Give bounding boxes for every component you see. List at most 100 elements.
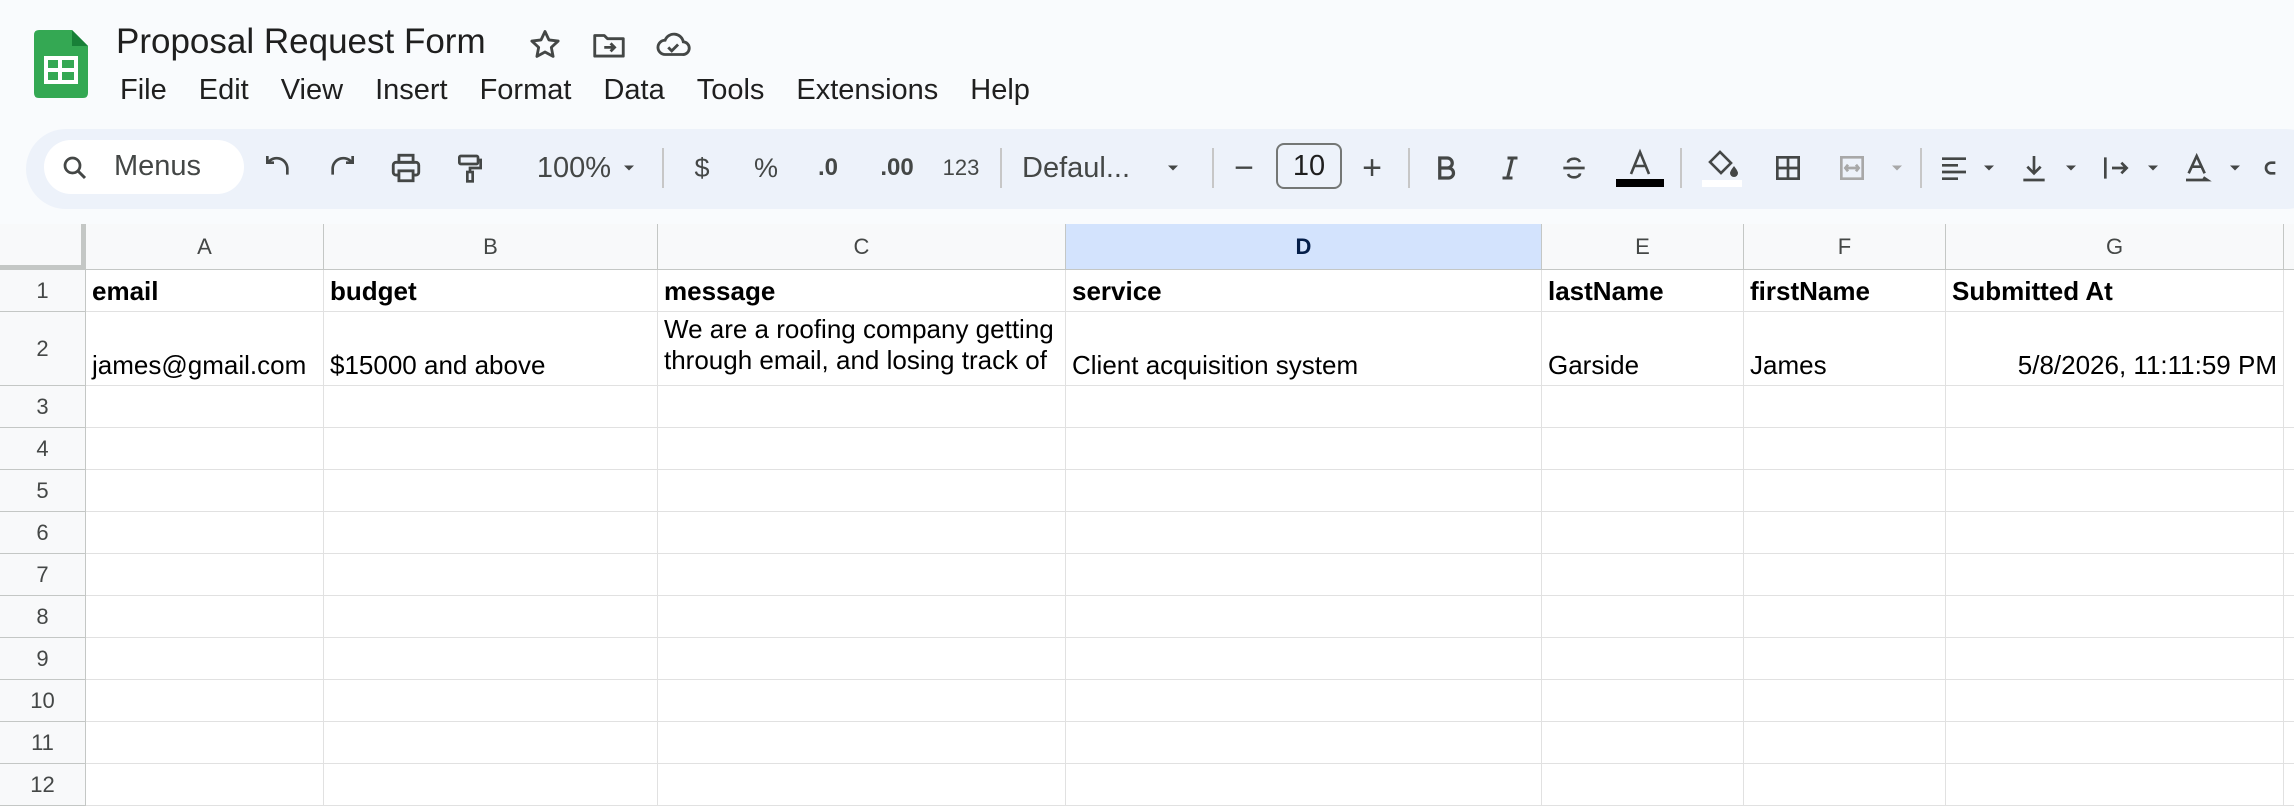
empty-cell[interactable] xyxy=(86,470,324,512)
empty-cell[interactable] xyxy=(1744,596,1946,638)
empty-cell[interactable] xyxy=(324,428,658,470)
wrap-dropdown-icon[interactable] xyxy=(2138,146,2168,190)
row-header-4[interactable]: 4 xyxy=(0,428,86,470)
search-menus-input[interactable]: Menus xyxy=(44,140,244,194)
cell-d1[interactable]: service xyxy=(1066,270,1542,312)
row-header-10[interactable]: 10 xyxy=(0,680,86,722)
zoom-dropdown-icon[interactable] xyxy=(614,146,644,190)
increase-font-size-button[interactable]: + xyxy=(1354,146,1390,190)
empty-cell[interactable] xyxy=(324,554,658,596)
horizontal-align-icon[interactable] xyxy=(1934,146,1974,190)
cell-f2[interactable]: James xyxy=(1744,312,1946,386)
cell-c1[interactable]: message xyxy=(658,270,1066,312)
undo-icon[interactable] xyxy=(258,146,298,190)
empty-cell[interactable] xyxy=(1542,680,1744,722)
empty-cell[interactable] xyxy=(1542,638,1744,680)
empty-cell[interactable] xyxy=(1744,638,1946,680)
empty-cell[interactable] xyxy=(86,596,324,638)
menu-edit[interactable]: Edit xyxy=(183,70,265,110)
column-header-g[interactable]: G xyxy=(1946,224,2284,270)
cell-b1[interactable]: budget xyxy=(324,270,658,312)
empty-cell[interactable] xyxy=(1542,764,1744,806)
empty-cell[interactable] xyxy=(324,512,658,554)
empty-cell[interactable] xyxy=(1066,428,1542,470)
empty-cell[interactable] xyxy=(324,638,658,680)
decrease-decimal-button[interactable]: .0 xyxy=(808,146,848,190)
column-header-h[interactable] xyxy=(2284,224,2294,270)
empty-cell[interactable] xyxy=(1946,428,2284,470)
empty-cell[interactable] xyxy=(1066,596,1542,638)
empty-cell[interactable] xyxy=(658,512,1066,554)
column-header-b[interactable]: B xyxy=(324,224,658,270)
empty-cell[interactable] xyxy=(658,764,1066,806)
empty-cell[interactable] xyxy=(1946,512,2284,554)
empty-cell[interactable] xyxy=(1946,596,2284,638)
menu-view[interactable]: View xyxy=(265,70,359,110)
cell-g1[interactable]: Submitted At xyxy=(1946,270,2284,312)
row-header-9[interactable]: 9 xyxy=(0,638,86,680)
empty-cell[interactable] xyxy=(658,722,1066,764)
menu-file[interactable]: File xyxy=(104,70,183,110)
empty-cell[interactable] xyxy=(1946,764,2284,806)
empty-cell[interactable] xyxy=(1066,512,1542,554)
row-header-6[interactable]: 6 xyxy=(0,512,86,554)
empty-cell[interactable] xyxy=(1542,596,1744,638)
redo-icon[interactable] xyxy=(322,146,362,190)
row-header-3[interactable]: 3 xyxy=(0,386,86,428)
rotation-dropdown-icon[interactable] xyxy=(2220,146,2250,190)
menu-extensions[interactable]: Extensions xyxy=(780,70,954,110)
empty-cell[interactable] xyxy=(1946,680,2284,722)
vertical-align-icon[interactable] xyxy=(2014,146,2054,190)
menu-insert[interactable]: Insert xyxy=(359,70,464,110)
row-header-1[interactable]: 1 xyxy=(0,270,86,312)
empty-cell[interactable] xyxy=(1744,428,1946,470)
link-icon[interactable] xyxy=(2262,146,2294,190)
empty-cell[interactable] xyxy=(86,680,324,722)
italic-icon[interactable] xyxy=(1490,146,1530,190)
row-header-8[interactable]: 8 xyxy=(0,596,86,638)
column-header-e[interactable]: E xyxy=(1542,224,1744,270)
decrease-font-size-button[interactable]: − xyxy=(1226,146,1262,190)
column-header-a[interactable]: A xyxy=(86,224,324,270)
empty-cell[interactable] xyxy=(1744,512,1946,554)
empty-cell[interactable] xyxy=(1744,554,1946,596)
row-header-5[interactable]: 5 xyxy=(0,470,86,512)
column-header-f[interactable]: F xyxy=(1744,224,1946,270)
empty-cell[interactable] xyxy=(2284,428,2294,470)
cell-b2[interactable]: $15000 and above xyxy=(324,312,658,386)
empty-cell[interactable] xyxy=(1542,722,1744,764)
empty-cell[interactable] xyxy=(86,638,324,680)
menu-format[interactable]: Format xyxy=(464,70,588,110)
empty-cell[interactable] xyxy=(658,386,1066,428)
empty-cell[interactable] xyxy=(324,386,658,428)
empty-cell[interactable] xyxy=(2284,386,2294,428)
text-color-icon[interactable] xyxy=(1616,146,1664,190)
column-header-d[interactable]: D xyxy=(1066,224,1542,270)
empty-cell[interactable] xyxy=(1542,386,1744,428)
empty-cell[interactable] xyxy=(1066,470,1542,512)
empty-cell[interactable] xyxy=(86,428,324,470)
empty-cell[interactable] xyxy=(1066,722,1542,764)
increase-decimal-button[interactable]: .00 xyxy=(872,146,922,190)
empty-cell[interactable] xyxy=(658,680,1066,722)
percent-format-button[interactable]: % xyxy=(746,146,786,190)
empty-cell[interactable] xyxy=(324,680,658,722)
cloud-saved-icon[interactable] xyxy=(654,26,692,64)
empty-cell[interactable] xyxy=(86,512,324,554)
number-format-button[interactable]: 123 xyxy=(936,146,986,190)
empty-cell[interactable] xyxy=(2284,680,2294,722)
column-header-c[interactable]: C xyxy=(658,224,1066,270)
empty-cell[interactable] xyxy=(2284,638,2294,680)
empty-cell[interactable] xyxy=(658,470,1066,512)
cell-c2[interactable]: We are a roofing company getting through… xyxy=(658,312,1066,386)
empty-cell[interactable] xyxy=(2284,470,2294,512)
empty-cell[interactable] xyxy=(2284,512,2294,554)
empty-cell[interactable] xyxy=(86,722,324,764)
empty-cell[interactable] xyxy=(2284,596,2294,638)
halign-dropdown-icon[interactable] xyxy=(1974,146,2004,190)
empty-cell[interactable] xyxy=(1542,512,1744,554)
bold-icon[interactable] xyxy=(1426,146,1466,190)
empty-cell[interactable] xyxy=(658,596,1066,638)
cell-a2[interactable]: james@gmail.com xyxy=(86,312,324,386)
empty-cell[interactable] xyxy=(324,470,658,512)
